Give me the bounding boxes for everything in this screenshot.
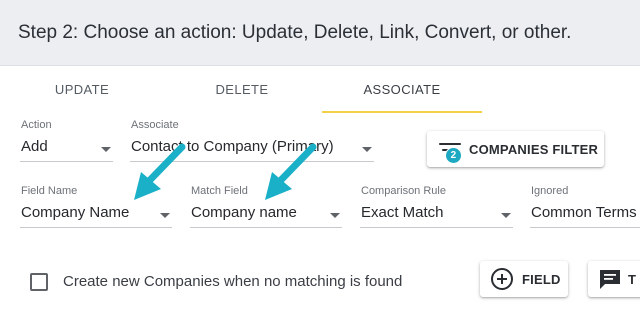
- companies-filter-label: COMPANIES FILTER: [469, 142, 599, 157]
- ignored-select[interactable]: Common Terms: [530, 202, 640, 228]
- chevron-down-icon: [501, 213, 511, 218]
- associate-select[interactable]: Contact to Company (Primary): [130, 136, 374, 162]
- associate-label: Associate: [131, 119, 179, 131]
- action-tabs: UPDATE DELETE ASSOCIATE: [0, 66, 640, 113]
- comparison-rule-select[interactable]: Exact Match: [360, 202, 513, 228]
- ignored-value: Common Terms: [531, 204, 637, 221]
- match-field-value: Company name: [191, 204, 297, 221]
- chevron-down-icon: [101, 147, 111, 152]
- step-title: Step 2: Choose an action: Update, Delete…: [18, 22, 572, 43]
- tab-update[interactable]: UPDATE: [2, 66, 162, 113]
- chevron-down-icon: [362, 147, 372, 152]
- chevron-down-icon: [330, 213, 340, 218]
- tab-associate[interactable]: ASSOCIATE: [322, 66, 482, 113]
- ignored-label: Ignored: [531, 185, 569, 197]
- associate-value: Contact to Company (Primary): [131, 138, 334, 155]
- create-new-companies-label: Create new Companies when no matching is…: [63, 273, 403, 290]
- match-field-label: Match Field: [191, 185, 248, 197]
- action-value: Add: [21, 138, 48, 155]
- action-label: Action: [21, 119, 52, 131]
- add-text-button[interactable]: T: [588, 261, 640, 297]
- filter-count-badge: 2: [445, 147, 462, 164]
- active-tab-indicator: [322, 111, 482, 113]
- field-name-value: Company Name: [21, 204, 130, 221]
- step-header: Step 2: Choose an action: Update, Delete…: [0, 0, 640, 66]
- add-circle-icon: [491, 268, 513, 290]
- tab-delete[interactable]: DELETE: [162, 66, 322, 113]
- add-field-label: FIELD: [522, 272, 561, 287]
- companies-filter-button[interactable]: 2 COMPANIES FILTER: [427, 131, 604, 167]
- comparison-rule-value: Exact Match: [361, 204, 444, 221]
- action-select[interactable]: Add: [20, 136, 113, 162]
- match-field-select[interactable]: Company name: [190, 202, 342, 228]
- text-icon: [600, 270, 620, 289]
- add-field-button[interactable]: FIELD: [480, 261, 568, 297]
- chevron-down-icon: [160, 213, 170, 218]
- create-new-companies-checkbox[interactable]: [30, 273, 48, 291]
- field-name-label: Field Name: [21, 185, 78, 197]
- add-text-label: T: [628, 272, 637, 287]
- field-name-select[interactable]: Company Name: [20, 202, 172, 228]
- comparison-rule-label: Comparison Rule: [361, 185, 446, 197]
